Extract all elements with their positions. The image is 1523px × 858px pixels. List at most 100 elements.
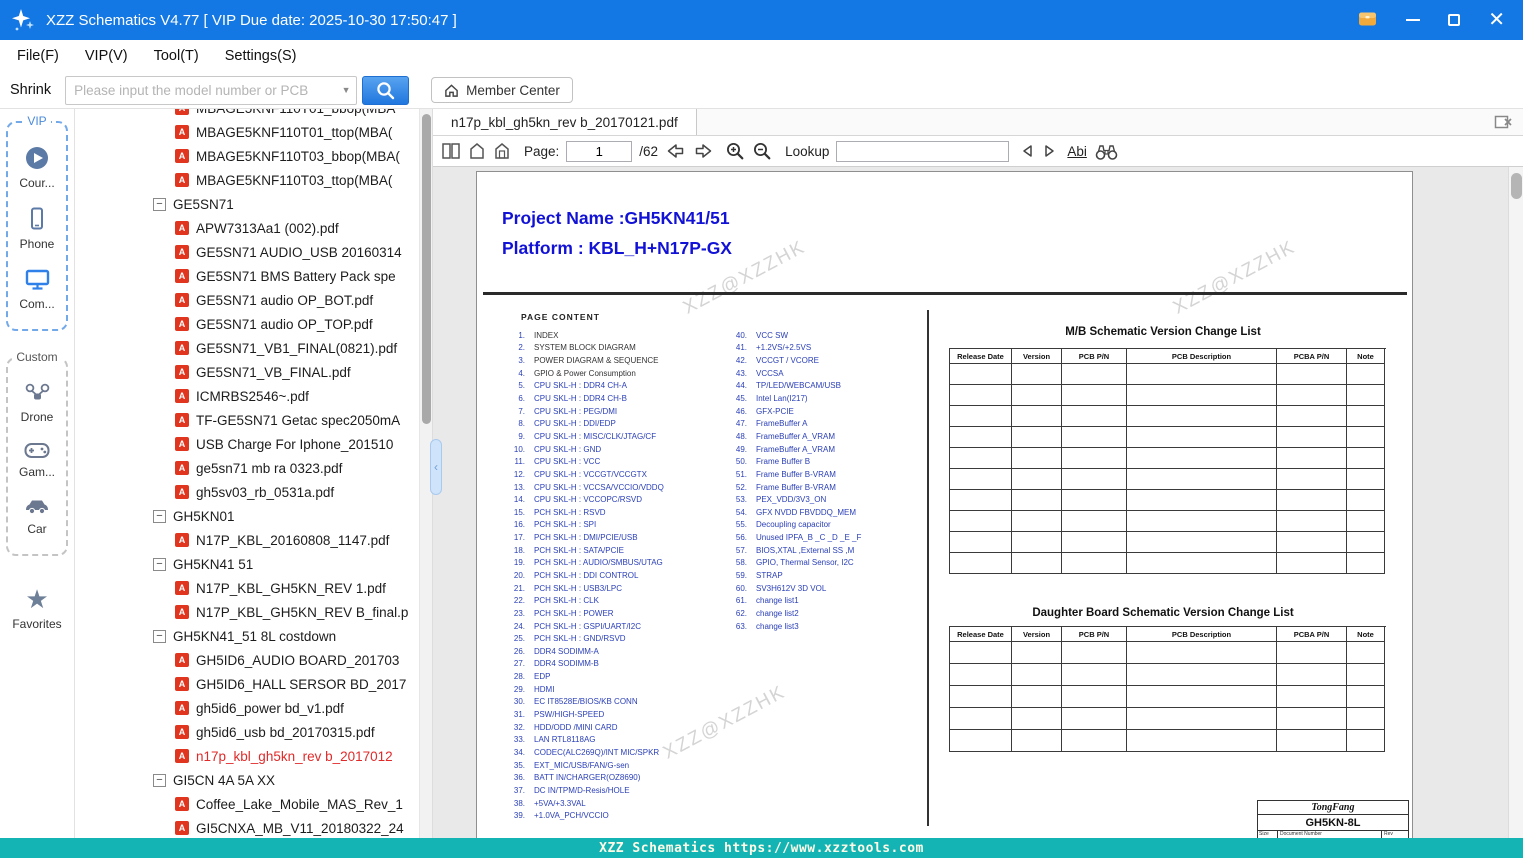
tree-file-row[interactable]: A MBAGE5KNF110T03_bbop(MBA( [75, 144, 432, 168]
toc-entry[interactable]: 9. CPU SKL-H : MISC/CLK/JTAG/CF [505, 430, 664, 443]
toc-entry[interactable]: 11. CPU SKL-H : VCC [505, 455, 664, 468]
tree-folder-row[interactable]: − GH5KN01 [75, 504, 432, 528]
toc-entry[interactable]: 16. PCH SKL-H : SPI [505, 519, 664, 532]
toc-entry[interactable]: 40. VCC SW [727, 329, 861, 342]
toc-entry[interactable]: 36. BATT IN/CHARGER(OZ8690) [505, 771, 664, 784]
lookup-input[interactable] [836, 140, 1010, 162]
toc-entry[interactable]: 45. Intel Lan(I217) [727, 392, 861, 405]
tree-file-row[interactable]: Agh5id6_usb bd_20170315.pdf [75, 720, 432, 744]
sidebar-item-computer[interactable]: Com... [19, 267, 55, 311]
member-center-button[interactable]: Member Center [431, 77, 573, 103]
search-button[interactable] [362, 75, 410, 105]
sidebar-item-phone[interactable]: Phone [20, 206, 54, 251]
document-tab[interactable]: n17p_kbl_gh5kn_rev b_20170121.pdf [433, 109, 697, 135]
chevron-down-icon[interactable]: ▼ [336, 85, 356, 95]
tree-file-row[interactable]: Age5sn71 mb ra 0323.pdf [75, 456, 432, 480]
tree-file-row[interactable]: An17p_kbl_gh5kn_rev b_2017012 [75, 744, 432, 768]
tree-file-row[interactable]: A Coffee_Lake_Mobile_MAS_Rev_1 [75, 792, 432, 816]
model-search-input[interactable] [66, 82, 337, 98]
briefcase-icon[interactable] [1357, 8, 1378, 33]
toc-entry[interactable]: 63. change list3 [727, 620, 861, 633]
toc-entry[interactable]: 56. Unused IPFA_B _C _D _E _F [727, 531, 862, 544]
toc-entry[interactable]: 17. PCH SKL-H : DMI/PCIE/USB [505, 531, 664, 544]
sidebar-item-favorites[interactable]: ★ Favorites [12, 586, 61, 631]
toc-entry[interactable]: 43. VCCSA [727, 367, 861, 380]
toc-entry[interactable]: 52. Frame Buffer B-VRAM [727, 481, 861, 494]
tree-folder-row[interactable]: − GE5SN71 [75, 192, 432, 216]
toc-entry[interactable]: 25. PCH SKL-H : GND/RSVD [505, 632, 664, 645]
toc-entry[interactable]: 44. TP/LED/WEBCAM/USB [727, 380, 861, 393]
toc-entry[interactable]: 28. EDP [505, 670, 664, 683]
tree-file-row[interactable]: A GE5SN71 audio OP_BOT.pdf [75, 288, 432, 312]
menu-file[interactable]: File(F) [4, 48, 72, 64]
toc-entry[interactable]: 38. +5VA/+3.3VAL [505, 797, 664, 810]
toc-entry[interactable]: 26. DDR4 SODIMM-A [505, 645, 664, 658]
sidebar-item-course[interactable]: Cour... [19, 145, 55, 190]
sidebar-item-drone[interactable]: Drone [21, 381, 53, 424]
pdf-scrollbar[interactable] [1508, 167, 1523, 838]
toc-entry[interactable]: 5. CPU SKL-H : DDR4 CH-A [505, 380, 664, 393]
tree-file-row[interactable]: Agh5id6_power bd_v1.pdf [75, 696, 432, 720]
toc-entry[interactable]: 1. INDEX [505, 329, 664, 342]
toc-entry[interactable]: 34. CODEC(ALC269Q)/INT MIC/SPKR [505, 746, 664, 759]
menu-vip[interactable]: VIP(V) [72, 48, 141, 64]
collapse-minus-icon[interactable]: − [153, 629, 166, 643]
find-previous-icon[interactable] [1020, 143, 1035, 159]
toc-entry[interactable]: 50. Frame Buffer B [727, 455, 861, 468]
tree-file-row[interactable]: A USB Charge For Iphone_201510 [75, 432, 432, 456]
zoom-out-icon[interactable] [752, 141, 772, 161]
tree-scrollbar-thumb[interactable] [422, 114, 431, 424]
toc-entry[interactable]: 35. EXT_MIC/USB/FAN/G-sen [505, 759, 664, 772]
binoculars-icon[interactable] [1094, 142, 1119, 161]
tree-file-row[interactable]: A MBAGE5KNF110T01_ttop(MBA( [75, 120, 432, 144]
shrink-button[interactable]: Shrink [10, 82, 51, 98]
sidebar-item-car[interactable]: Car [23, 495, 51, 536]
close-document-icon[interactable] [1494, 114, 1513, 130]
match-case-toggle[interactable]: Abi [1067, 144, 1087, 159]
collapse-minus-icon[interactable]: − [153, 557, 166, 571]
toc-entry[interactable]: 14. CPU SKL-H : VCCOPC/RSVD [505, 493, 664, 506]
minimize-button[interactable] [1406, 19, 1421, 21]
tree-folder-row[interactable]: − GH5KN41 51 [75, 552, 432, 576]
toc-entry[interactable]: 48. FrameBuffer A_VRAM [727, 430, 861, 443]
pdf-scrollbar-thumb[interactable] [1511, 173, 1522, 199]
toc-entry[interactable]: 55. Decoupling capacitor [727, 519, 861, 532]
toc-entry[interactable]: 53. PEX_VDD/3V3_ON [727, 493, 861, 506]
collapse-minus-icon[interactable]: − [153, 773, 166, 787]
toc-entry[interactable]: 60. SV3H612V 3D VOL [727, 582, 861, 595]
toc-entry[interactable]: 39. +1.0VA_PCH/VCCIO [505, 809, 664, 822]
toc-entry[interactable]: 12. CPU SKL-H : VCCGT/VCCGTX [505, 468, 664, 481]
toc-entry[interactable]: 41. +1.2VS/+2.5VS [727, 342, 861, 355]
tree-file-row[interactable]: A ICMRBS2546~.pdf [75, 384, 432, 408]
tree-file-row[interactable]: A N17P_KBL_GH5KN_REV B_final.p [75, 600, 432, 624]
tree-folder-row[interactable]: − GH5KN41_51 8L costdown [75, 624, 432, 648]
tree-file-row[interactable]: A TF-GE5SN71 Getac spec2050mA [75, 408, 432, 432]
tree-file-row[interactable]: A MBAGE5KNF110T03_ttop(MBA( [75, 168, 432, 192]
tree-file-row[interactable]: A GH5ID6_AUDIO BOARD_201703 [75, 648, 432, 672]
toc-entry[interactable]: 62. change list2 [727, 607, 861, 620]
two-page-view-icon[interactable] [441, 142, 461, 160]
toc-entry[interactable]: 24. PCH SKL-H : GSPI/UART/I2C [505, 620, 664, 633]
tree-file-row[interactable]: A GE5SN71 audio OP_TOP.pdf [75, 312, 432, 336]
page-number-input[interactable] [566, 140, 633, 162]
sidebar-item-game[interactable]: Gam... [19, 440, 55, 479]
toc-entry[interactable]: 46. GFX-PCIE [727, 405, 861, 418]
toc-entry[interactable]: 3. POWER DIAGRAM & SEQUENCE [505, 354, 664, 367]
toc-entry[interactable]: 27. DDR4 SODIMM-B [505, 658, 664, 671]
toc-entry[interactable]: 42. VCCGT / VCORE [727, 354, 861, 367]
tree-file-row[interactable]: A N17P_KBL_20160808_1147.pdf [75, 528, 432, 552]
tree-file-row[interactable]: A GH5ID6_HALL SERSOR BD_2017 [75, 672, 432, 696]
toc-entry[interactable]: 15. PCH SKL-H : RSVD [505, 506, 664, 519]
toc-entry[interactable]: 47. FrameBuffer A [727, 417, 861, 430]
toc-entry[interactable]: 33. LAN RTL8118AG [505, 734, 664, 747]
toc-entry[interactable]: 13. CPU SKL-H : VCCSA/VCCIO/VDDQ [505, 481, 664, 494]
zoom-in-icon[interactable] [725, 141, 745, 161]
toc-entry[interactable]: 6. CPU SKL-H : DDR4 CH-B [505, 392, 664, 405]
collapse-minus-icon[interactable]: − [153, 197, 166, 211]
toc-entry[interactable]: 29. HDMI [505, 683, 664, 696]
toc-entry[interactable]: 2. SYSTEM BLOCK DIAGRAM [505, 342, 664, 355]
toc-entry[interactable]: 59. STRAP [727, 569, 861, 582]
fit-width-icon[interactable] [493, 142, 511, 160]
toc-entry[interactable]: 57. BIOS,XTAL ,External SS ,M [727, 544, 861, 557]
toc-entry[interactable]: 19. PCH SKL-H : AUDIO/SMBUS/UTAG [505, 557, 664, 570]
